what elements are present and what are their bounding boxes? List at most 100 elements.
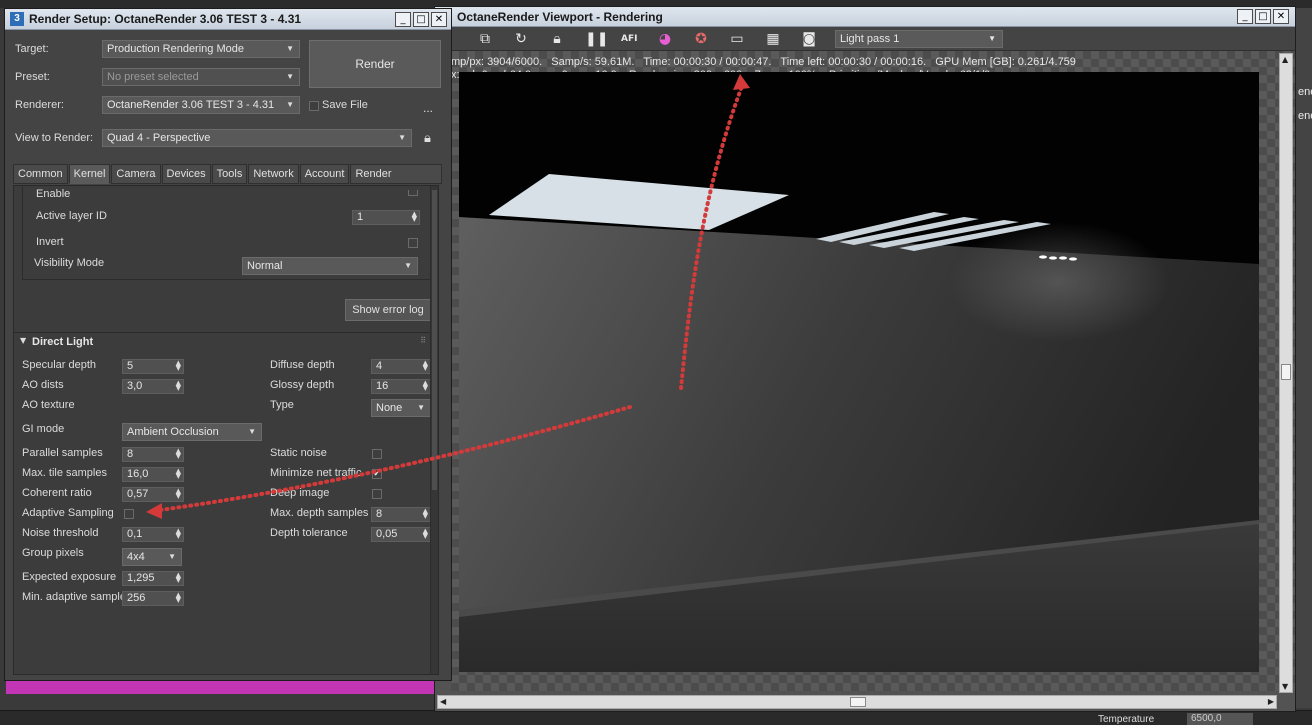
panel-scroll-thumb[interactable] (432, 190, 437, 490)
diffuse-depth-value: 4 (376, 360, 383, 372)
horizontal-scroll-thumb[interactable] (850, 697, 866, 707)
parallel-samples-label: Parallel samples (22, 447, 103, 459)
viewport-title-bar[interactable]: OctaneRender Viewport - Rendering _ □ ✕ (435, 7, 1295, 27)
max-depth-samples-spinner[interactable]: 8 ▲ ▼ (371, 507, 431, 522)
view-to-render-dropdown[interactable]: Quad 4 - Perspective ▼ (102, 129, 412, 147)
max-tile-samples-spinner[interactable]: 16,0 ▲ ▼ (122, 467, 184, 482)
save-file-browse-button[interactable]: ... (423, 101, 433, 115)
save-file-checkbox[interactable] (309, 101, 319, 111)
close-button[interactable]: ✕ (1273, 9, 1289, 24)
visibility-mode-value: Normal (247, 260, 283, 272)
panel-scrollbar[interactable] (430, 186, 438, 674)
depth-tolerance-spinner[interactable]: 0,05 ▲ ▼ (371, 527, 431, 542)
copy-icon[interactable]: ⧉ (477, 31, 493, 47)
spinner-arrows-icon[interactable]: ▲ ▼ (423, 360, 428, 372)
ao-dists-spinner[interactable]: 3,0 ▲ ▼ (122, 379, 184, 394)
minimize-button[interactable]: _ (395, 12, 411, 27)
minimize-net-traffic-checkbox[interactable]: ✔ (372, 469, 382, 479)
static-noise-checkbox[interactable] (372, 449, 382, 459)
noise-threshold-value: 0,1 (127, 528, 143, 540)
noise-threshold-spinner[interactable]: 0,1 ▲ ▼ (122, 527, 184, 542)
chevron-down-icon: ▼ (404, 261, 412, 270)
scroll-right-icon[interactable]: ▶ (1268, 697, 1274, 706)
direct-light-rollout-header[interactable]: ▼ Direct Light ⠿ (14, 332, 432, 350)
type-dropdown[interactable]: None ▼ (371, 399, 431, 417)
spinner-arrows-icon[interactable]: ▲ ▼ (176, 468, 181, 480)
temperature-field[interactable]: 6500,0 (1187, 713, 1253, 725)
tab-kernel[interactable]: Kernel (68, 164, 111, 184)
group-pixels-label: Group pixels (22, 547, 84, 559)
spinner-arrows-icon[interactable]: ▲ ▼ (176, 380, 181, 392)
parallel-samples-spinner[interactable]: 8 ▲ ▼ (122, 447, 184, 462)
tab-tools[interactable]: Tools (211, 164, 248, 184)
tab-account[interactable]: Account (299, 164, 350, 184)
vertical-scroll-thumb[interactable] (1281, 364, 1291, 380)
spinner-arrows-icon[interactable]: ▲ ▼ (176, 488, 181, 500)
spinner-arrows-icon[interactable]: ▲ ▼ (423, 528, 428, 540)
maximize-button[interactable]: □ (413, 12, 429, 27)
close-button[interactable]: ✕ (431, 12, 447, 27)
render-setup-title-bar[interactable]: 3 Render Setup: OctaneRender 3.06 TEST 3… (5, 9, 451, 30)
visibility-mode-dropdown[interactable]: Normal ▼ (242, 257, 418, 275)
refresh-icon[interactable]: ↻ (513, 31, 529, 47)
minimize-net-traffic-label: Minimize net traffic (270, 467, 362, 479)
invert-checkbox[interactable] (408, 238, 418, 248)
light-pass-select[interactable]: Light pass 1 ▼ (835, 30, 1003, 48)
scroll-down-icon[interactable]: ▼ (1282, 682, 1288, 691)
scroll-up-icon[interactable]: ▲ (1282, 55, 1288, 64)
adaptive-sampling-checkbox[interactable] (124, 509, 134, 519)
scroll-left-icon[interactable]: ◀ (440, 697, 446, 706)
show-error-log-button[interactable]: Show error log (345, 299, 431, 321)
grip-icon: ⠿ (420, 336, 426, 345)
expected-exposure-spinner[interactable]: 1,295 ▲ ▼ (122, 571, 184, 586)
coherent-ratio-spinner[interactable]: 0,57 ▲ ▼ (122, 487, 184, 502)
lock-icon[interactable]: 🔒︎ (424, 131, 438, 147)
renderer-dropdown[interactable]: OctaneRender 3.06 TEST 3 - 4.31 ▼ (102, 96, 300, 114)
chevron-down-icon: ▼ (286, 72, 294, 81)
spinner-arrows-icon[interactable]: ▲ ▼ (176, 448, 181, 460)
tab-network[interactable]: Network (248, 164, 299, 184)
viewport-vertical-scrollbar[interactable]: ▲ ▼ (1279, 53, 1293, 693)
film-icon[interactable]: ▦ (765, 31, 781, 47)
ao-texture-label: AO texture (22, 399, 75, 411)
scene-light-spot (949, 222, 1169, 342)
viewport-horizontal-scrollbar[interactable]: ◀ ▶ (437, 695, 1277, 709)
tab-devices[interactable]: Devices (161, 164, 211, 184)
minimize-button[interactable]: _ (1237, 9, 1253, 24)
spinner-arrows-icon[interactable]: ▲ ▼ (423, 508, 428, 520)
spinner-arrows-icon[interactable]: ▲ ▼ (423, 380, 428, 392)
diffuse-depth-spinner[interactable]: 4 ▲ ▼ (371, 359, 431, 374)
pause-icon[interactable]: ❚❚ (585, 31, 608, 47)
gi-mode-dropdown[interactable]: Ambient Occlusion ▼ (122, 423, 262, 441)
afi-icon[interactable]: AFI (621, 31, 637, 47)
enable-checkbox[interactable] (408, 190, 418, 196)
spinner-arrows-icon[interactable]: ▲ ▼ (176, 528, 181, 540)
deep-image-checkbox[interactable] (372, 489, 382, 499)
spinner-arrows-icon[interactable]: ▲ ▼ (176, 572, 181, 584)
preset-label: Preset: (15, 71, 50, 83)
depth-tolerance-label: Depth tolerance (270, 527, 348, 539)
target-icon[interactable]: ✪ (693, 31, 709, 47)
type-value: None (376, 402, 403, 414)
specular-depth-spinner[interactable]: 5 ▲ ▼ (122, 359, 184, 374)
camera-icon[interactable]: ◙ (801, 31, 817, 47)
render-image[interactable] (459, 72, 1259, 672)
spinner-arrows-icon[interactable]: ▲ ▼ (176, 592, 181, 604)
group-pixels-dropdown[interactable]: 4x4 ▼ (122, 548, 182, 566)
active-layer-id-spinner[interactable]: 1 ▲ ▼ (352, 210, 420, 225)
spinner-arrows-icon[interactable]: ▲ ▼ (176, 360, 181, 372)
glossy-depth-spinner[interactable]: 16 ▲ ▼ (371, 379, 431, 394)
min-adaptive-sample-spinner[interactable]: 256 ▲ ▼ (122, 591, 184, 606)
target-dropdown[interactable]: Production Rendering Mode ▼ (102, 40, 300, 58)
monitor-icon[interactable]: ▭ (729, 31, 745, 47)
spinner-arrows-icon[interactable]: ▲ ▼ (412, 211, 417, 223)
tab-common[interactable]: Common (13, 164, 68, 184)
render-button[interactable]: Render (309, 40, 441, 88)
color-wheel-icon[interactable]: ◕ (657, 31, 673, 47)
tab-camera[interactable]: Camera (111, 164, 161, 184)
target-label: Target: (15, 43, 49, 55)
preset-dropdown[interactable]: No preset selected ▼ (102, 68, 300, 86)
maximize-button[interactable]: □ (1255, 9, 1271, 24)
tab-render-elements[interactable]: Render Elements (350, 164, 442, 198)
lock-icon[interactable]: 🔒︎ (549, 31, 565, 47)
